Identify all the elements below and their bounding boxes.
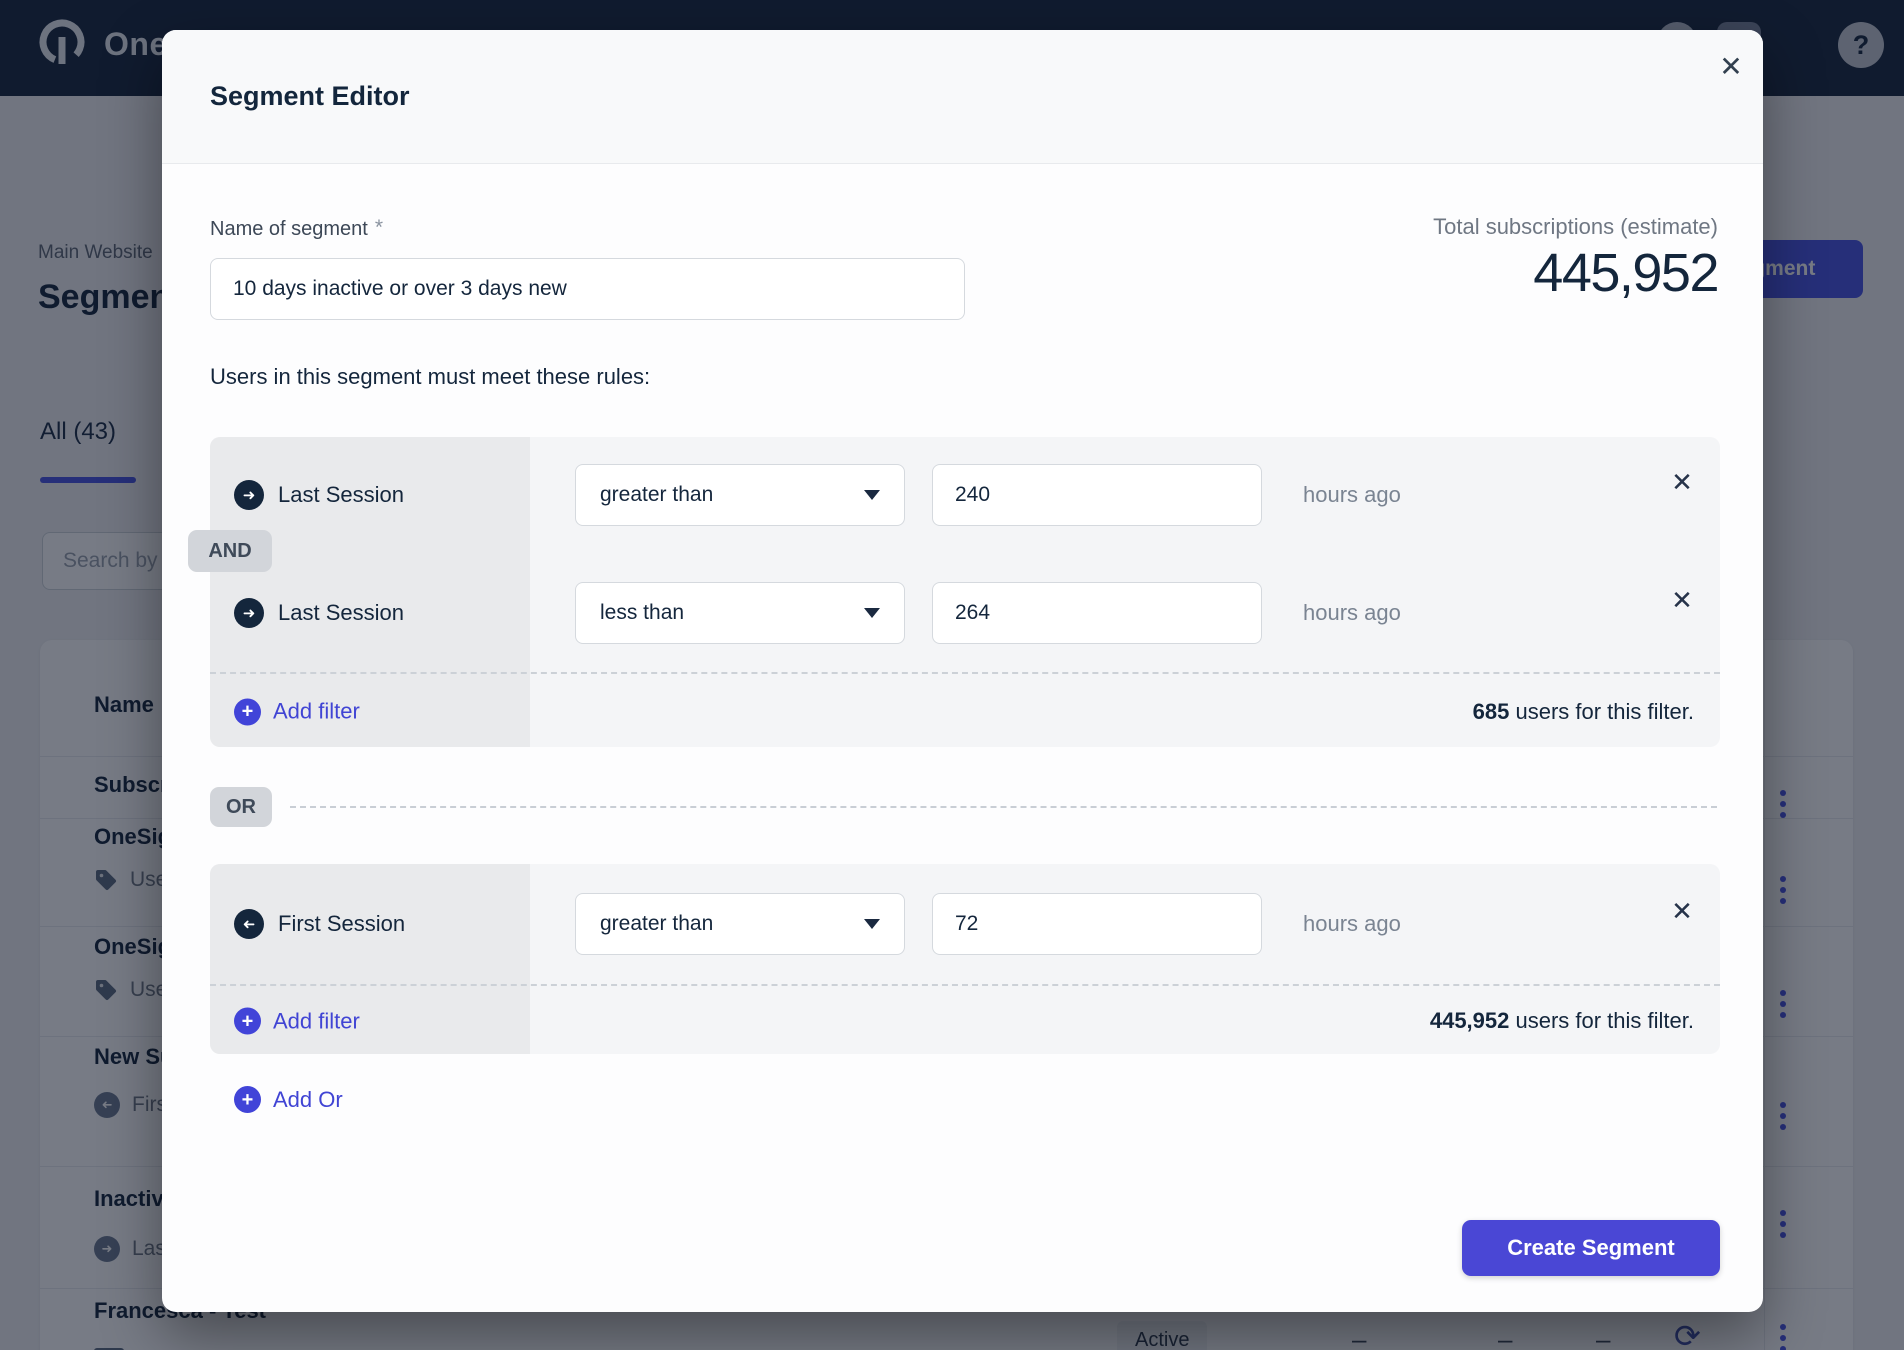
or-badge: OR	[210, 787, 272, 827]
unit-label: hours ago	[1303, 482, 1401, 508]
remove-filter-icon[interactable]: ✕	[1664, 582, 1700, 618]
filter-group-2: ➜ First Session greater than hours ago ✕…	[210, 864, 1720, 1054]
unit-label: hours ago	[1303, 600, 1401, 626]
plus-icon: +	[234, 698, 261, 725]
plus-icon: +	[234, 1008, 261, 1035]
or-divider	[290, 806, 1717, 808]
create-segment-button[interactable]: Create Segment	[1462, 1220, 1720, 1276]
add-or-button[interactable]: + Add Or	[234, 1086, 343, 1113]
filter-field-last-session: ➜ Last Session	[234, 480, 404, 510]
add-filter-button[interactable]: + Add filter	[234, 1008, 360, 1035]
filter-user-count: 445,952 users for this filter.	[1430, 1008, 1694, 1034]
name-of-segment-label: Name of segment *	[210, 218, 383, 242]
remove-filter-icon[interactable]: ✕	[1664, 893, 1700, 929]
operator-select[interactable]: greater than	[575, 464, 905, 526]
required-mark: *	[375, 216, 383, 240]
total-subscriptions-label: Total subscriptions (estimate)	[1433, 214, 1718, 240]
modal-header: Segment Editor	[162, 30, 1763, 164]
add-filter-button[interactable]: + Add filter	[234, 698, 360, 725]
remove-filter-icon[interactable]: ✕	[1664, 464, 1700, 500]
filter-group-footer: + Add filter 445,952 users for this filt…	[210, 984, 1720, 1056]
filter-group-1: ➜ Last Session greater than hours ago ✕ …	[210, 437, 1720, 747]
filter-user-count: 685 users for this filter.	[1473, 699, 1694, 725]
first-session-icon: ➜	[234, 909, 264, 939]
and-badge: AND	[188, 530, 272, 572]
operator-select[interactable]: less than	[575, 582, 905, 644]
caret-down-icon	[864, 490, 880, 500]
segment-name-input[interactable]	[210, 258, 965, 320]
close-icon[interactable]: ✕	[1709, 44, 1753, 88]
rules-heading: Users in this segment must meet these ru…	[210, 364, 650, 390]
caret-down-icon	[864, 919, 880, 929]
plus-icon: +	[234, 1086, 261, 1113]
last-session-icon: ➜	[234, 480, 264, 510]
screen: OneSignal K ? Main Website Segments All …	[0, 0, 1904, 1350]
segment-editor-modal: Segment Editor ✕ Name of segment * Total…	[162, 30, 1763, 1312]
caret-down-icon	[864, 608, 880, 618]
filter-value-input[interactable]	[932, 893, 1262, 955]
filter-value-input[interactable]	[932, 464, 1262, 526]
operator-select[interactable]: greater than	[575, 893, 905, 955]
unit-label: hours ago	[1303, 911, 1401, 937]
last-session-icon: ➜	[234, 598, 264, 628]
filter-group-footer: + Add filter 685 users for this filter.	[210, 672, 1720, 749]
filter-value-input[interactable]	[932, 582, 1262, 644]
total-subscriptions-value: 445,952	[1533, 246, 1718, 300]
filter-field-last-session: ➜ Last Session	[234, 598, 404, 628]
filter-field-first-session: ➜ First Session	[234, 909, 405, 939]
modal-title: Segment Editor	[210, 81, 410, 112]
